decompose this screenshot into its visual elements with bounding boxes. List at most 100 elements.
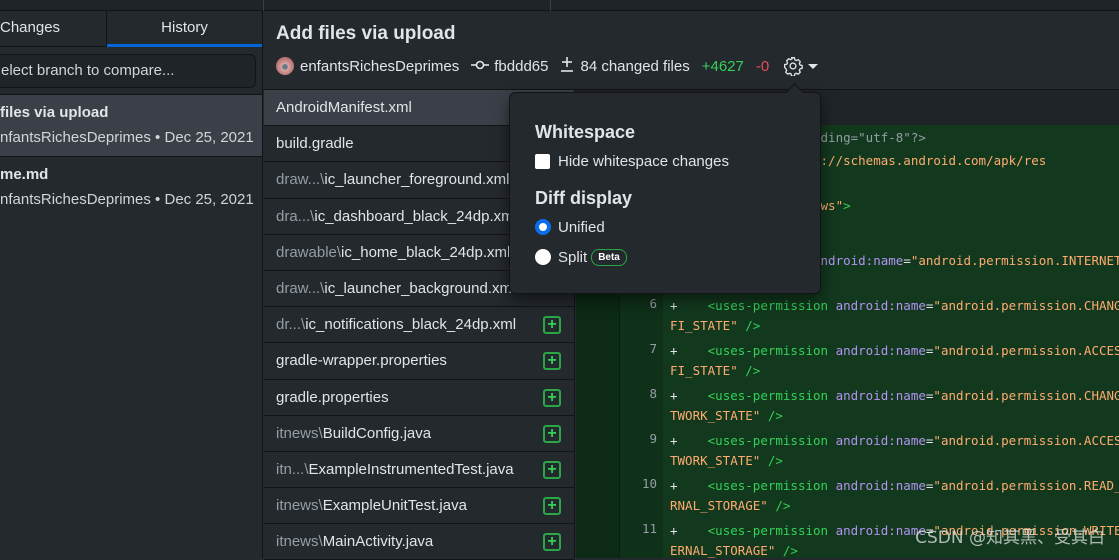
caret-down-icon: [808, 64, 819, 69]
file-dir: itn...\: [276, 460, 309, 478]
commit-title: files via upload: [0, 104, 109, 121]
file-list-item[interactable]: dr...\ic_notifications_black_24dp.xml +: [264, 307, 574, 344]
code-token: +: [670, 388, 708, 403]
diff-line: 6 + <uses-permission android:name="androi…: [576, 293, 1119, 338]
file-dir: draw...\: [276, 171, 325, 189]
code-row: TWORK_STATE" />​: [670, 451, 1119, 471]
file-added-icon: +: [543, 316, 561, 335]
gear-icon: [784, 57, 804, 76]
commit-meta: enfantsRichesDeprimes fbddd65 84 changed…: [276, 56, 819, 76]
code-token: <uses-permission: [707, 298, 836, 313]
diff-line: 8 + <uses-permission android:name="androi…: [576, 383, 1119, 428]
code-token: />: [775, 543, 798, 558]
file-name: ic_launcher_foreground.xml: [324, 171, 510, 189]
commit-title: me.md: [0, 166, 49, 183]
code-token: ERNAL_STORAGE": [670, 543, 776, 558]
code-token: <uses-permission: [707, 343, 836, 358]
changed-files: 84 changed files: [580, 57, 690, 75]
diff-display-heading: Diff display: [535, 188, 633, 208]
radio-selected[interactable]: [535, 219, 551, 235]
file-dir: itnews\: [276, 533, 323, 551]
file-list-item[interactable]: itnews\MainActivity.java +: [264, 524, 574, 560]
tab-changes[interactable]: Changes: [0, 11, 107, 47]
code-token: />: [737, 363, 761, 378]
checkbox[interactable]: [535, 153, 550, 169]
code-token: android:name: [835, 298, 926, 313]
commit-meta: nfantsRichesDeprimes • Dec 25, 2021: [0, 191, 254, 208]
code-token: +: [670, 478, 708, 493]
code-token: +: [670, 433, 708, 448]
code-token: +: [670, 343, 708, 358]
code-token: android:name: [835, 523, 926, 538]
file-name: ic_dashboard_black_24dp.xml: [314, 207, 517, 225]
beta-badge: Beta: [591, 248, 627, 266]
diff-settings-button[interactable]: [783, 56, 819, 76]
code-token: android:name: [813, 253, 904, 268]
code-row: TWORK_STATE" />​: [670, 406, 1119, 426]
hide-whitespace-checkbox[interactable]: Hide whitespace changes: [535, 151, 820, 171]
code-token: <uses-permission: [707, 478, 836, 493]
file-list-item[interactable]: itnews\BuildConfig.java +: [264, 416, 574, 452]
watermark: CSDN @知其黑、受其白: [915, 528, 1105, 548]
file-dir: itnews\: [276, 497, 323, 515]
radio[interactable]: [535, 249, 551, 265]
deletions: -0: [755, 57, 770, 75]
code-token: TWORK_STATE": [670, 408, 761, 423]
title-bar: [0, 0, 1119, 11]
code-token: />: [760, 453, 783, 468]
file-added-icon: +: [543, 460, 561, 479]
code: + <uses-permission android:name="android…: [670, 341, 1119, 381]
file-added-icon: +: [543, 352, 561, 371]
unified-radio[interactable]: Unified: [535, 217, 820, 237]
code-token: <uses-permission: [707, 433, 836, 448]
file-dir: dra...\: [276, 207, 315, 225]
code-token: FI_STATE": [670, 363, 738, 378]
file-name: ExampleUnitTest.java: [322, 497, 467, 515]
line-number: 8: [649, 386, 657, 401]
split-radio[interactable]: Split Beta: [535, 247, 820, 267]
file-list-item[interactable]: itnews\ExampleUnitTest.java +: [264, 488, 574, 525]
file-dir: drawable\: [276, 243, 342, 261]
diff-icon: [560, 56, 574, 76]
file-added-icon: +: [543, 497, 561, 516]
checkbox-label: Hide whitespace changes: [558, 152, 729, 170]
code: + <uses-permission android:name="android…: [670, 386, 1119, 426]
code-token: +: [670, 523, 708, 538]
diff-line: 9 + <uses-permission android:name="androi…: [576, 428, 1119, 473]
radio-label: Unified: [558, 218, 605, 236]
code-token: "android.permission.CHANGE_WI: [933, 298, 1119, 313]
file-added-icon: +: [543, 424, 561, 443]
file-name: MainActivity.java: [322, 533, 434, 551]
code-token: android:name: [835, 433, 926, 448]
code-row: FI_STATE" />​: [670, 361, 1119, 381]
code: + <uses-permission android:name="android…: [670, 431, 1119, 471]
code-token: "android.permission.INTERNET: [910, 253, 1119, 268]
author: enfantsRichesDeprimes: [300, 57, 460, 75]
commit-meta: nfantsRichesDeprimes • Dec 25, 2021: [0, 129, 254, 146]
code-row: + <uses-permission android:name="android…: [670, 431, 1119, 451]
tab-history[interactable]: History: [107, 11, 262, 47]
code-token: android:name: [835, 388, 926, 403]
code-token: <uses-permission: [707, 523, 836, 538]
commit-item[interactable]: me.md nfantsRichesDeprimes • Dec 25, 202…: [0, 156, 262, 218]
commit-item[interactable]: files via upload nfantsRichesDeprimes • …: [0, 94, 262, 156]
commit-title: Add files via upload: [276, 23, 456, 44]
file-added-icon: +: [543, 533, 561, 552]
branch-compare-input[interactable]: elect branch to compare...: [0, 54, 256, 88]
file-list-item[interactable]: gradle.properties +: [264, 380, 574, 416]
code-token: "android.permission.ACCESS_WI: [933, 343, 1119, 358]
code-row: RNAL_STORAGE" />​: [670, 496, 1119, 516]
commit-sha[interactable]: fbddd65: [494, 58, 548, 75]
code-row: + <uses-permission android:name="android…: [670, 476, 1119, 496]
code-token: />: [760, 408, 783, 423]
line-number: 9: [649, 431, 657, 446]
line-number: 10: [641, 476, 657, 491]
file-list-item[interactable]: gradle-wrapper.properties +: [264, 343, 574, 380]
file-list-item[interactable]: itn...\ExampleInstrumentedTest.java +: [264, 452, 574, 489]
file-name: ic_launcher_background.xml: [324, 279, 516, 297]
additions: +4627: [701, 57, 744, 75]
file-name: ic_home_black_24dp.xml: [341, 243, 511, 261]
avatar: [276, 57, 294, 75]
commit-icon: [471, 58, 490, 75]
code-token: />: [737, 318, 761, 333]
